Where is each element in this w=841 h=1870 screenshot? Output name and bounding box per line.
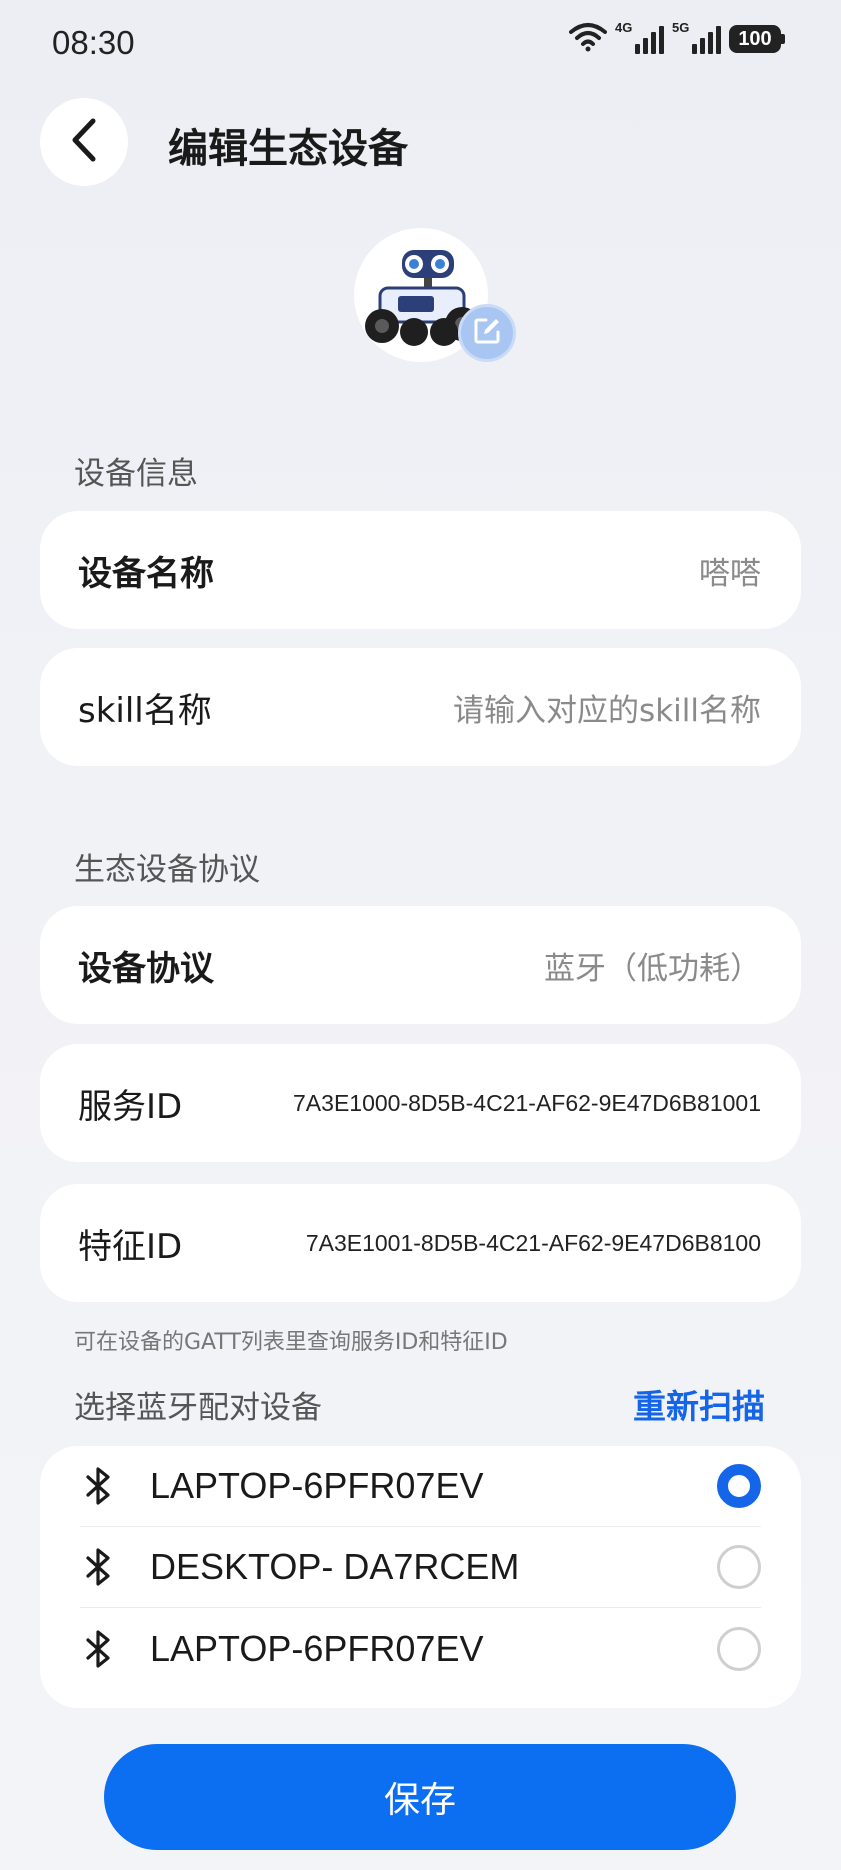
service-id-value[interactable]: 7A3E1000-8D5B-4C21-AF62-9E47D6B81001	[293, 1090, 761, 1117]
service-id-label: 服务ID	[78, 1086, 183, 1127]
characteristic-id-row[interactable]: 特征ID 7A3E1001-8D5B-4C21-AF62-9E47D6B8100	[40, 1184, 801, 1302]
protocol-label: 设备协议	[78, 948, 214, 989]
bluetooth-device-list: LAPTOP-6PFR07EV DESKTOP- DA7RCEM LAPTOP-…	[40, 1446, 801, 1708]
chevron-left-icon	[69, 117, 99, 167]
battery-icon: 100	[729, 25, 785, 53]
bluetooth-icon	[80, 1548, 118, 1586]
bluetooth-icon	[80, 1467, 118, 1505]
device-name-row[interactable]: 设备名称 嗒嗒	[40, 511, 801, 629]
service-id-row[interactable]: 服务ID 7A3E1000-8D5B-4C21-AF62-9E47D6B8100…	[40, 1044, 801, 1162]
skill-name-input[interactable]: 请输入对应的skill名称	[453, 685, 761, 730]
bluetooth-device-name: DESKTOP- DA7RCEM	[150, 1546, 520, 1587]
status-icons: 4G 5G 100	[569, 20, 785, 56]
protocol-value: 蓝牙（低功耗）	[544, 950, 761, 987]
characteristic-id-value[interactable]: 7A3E1001-8D5B-4C21-AF62-9E47D6B8100	[306, 1230, 761, 1257]
signal-5g-icon: 5G	[672, 20, 721, 54]
signal-4g-icon: 4G	[615, 20, 664, 54]
edit-avatar-button[interactable]	[458, 304, 516, 362]
battery-level: 100	[729, 25, 781, 53]
edit-icon	[472, 316, 502, 350]
section-label-device-info: 设备信息	[74, 456, 198, 492]
bluetooth-device-item[interactable]: LAPTOP-6PFR07EV	[80, 1446, 761, 1527]
bluetooth-device-name: LAPTOP-6PFR07EV	[150, 1465, 484, 1506]
protocol-row[interactable]: 设备协议 蓝牙（低功耗）	[40, 906, 801, 1024]
characteristic-id-label: 特征ID	[78, 1226, 183, 1267]
device-radio[interactable]	[717, 1626, 761, 1671]
save-button[interactable]: 保存	[104, 1744, 736, 1850]
page-title: 编辑生态设备	[168, 126, 408, 172]
section-label-protocol: 生态设备协议	[74, 852, 260, 888]
status-time: 08:30	[52, 24, 135, 61]
section-label-bluetooth: 选择蓝牙配对设备	[74, 1390, 322, 1426]
skill-name-label: skill名称	[78, 690, 212, 731]
status-bar: 08:30 4G 5G 100	[0, 0, 841, 92]
bluetooth-icon	[80, 1629, 118, 1668]
rescan-button[interactable]: 重新扫描	[633, 1380, 765, 1428]
skill-name-row[interactable]: skill名称 请输入对应的skill名称	[40, 648, 801, 766]
bluetooth-device-item[interactable]: DESKTOP- DA7RCEM	[80, 1527, 761, 1608]
device-radio-selected[interactable]	[717, 1464, 761, 1508]
bluetooth-device-item[interactable]: LAPTOP-6PFR07EV	[80, 1608, 761, 1689]
device-avatar-container[interactable]	[354, 228, 516, 362]
gatt-hint: 可在设备的GATT列表里查询服务ID和特征ID	[74, 1330, 508, 1355]
device-radio[interactable]	[717, 1545, 761, 1589]
bluetooth-device-name: LAPTOP-6PFR07EV	[150, 1627, 484, 1669]
device-name-value: 嗒嗒	[699, 555, 761, 592]
back-button[interactable]	[40, 98, 128, 186]
wifi-icon	[569, 22, 607, 56]
device-name-label: 设备名称	[78, 553, 214, 594]
